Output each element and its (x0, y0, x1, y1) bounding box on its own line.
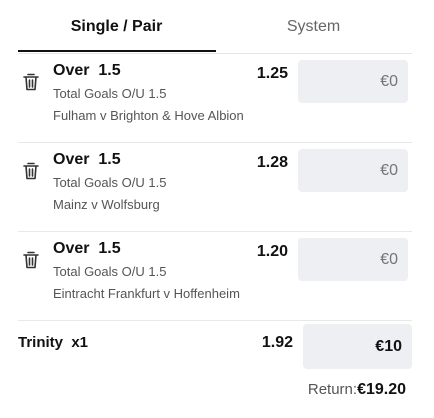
stake-input[interactable] (298, 238, 408, 281)
bet-type-tabs: Single / Pair System (18, 0, 412, 54)
bet-market: Total Goals O/U 1.5 (53, 86, 167, 101)
bet-row: Over 1.5 Total Goals O/U 1.5 Eintracht F… (18, 232, 412, 321)
bet-selection: Over 1.5 (53, 62, 121, 79)
trash-icon[interactable] (22, 161, 40, 181)
bet-selection: Over 1.5 (53, 240, 121, 257)
combo-stake-input[interactable]: €10 (303, 324, 412, 369)
stake-input[interactable] (298, 60, 408, 103)
trash-icon[interactable] (22, 250, 40, 270)
bet-match: Eintracht Frankfurt v Hoffenheim (53, 286, 240, 301)
potential-return: Return:€19.20 (308, 381, 406, 399)
tab-system[interactable]: System (215, 0, 412, 53)
active-tab-indicator (18, 50, 216, 52)
bet-row: Over 1.5 Total Goals O/U 1.5 Fulham v Br… (18, 54, 412, 143)
combo-label: Trinity x1 (18, 334, 89, 351)
return-label: Return: (307, 381, 358, 398)
combo-odds: 1.92 (261, 334, 293, 351)
return-amount: €19.20 (357, 381, 406, 398)
bet-selection: Over 1.5 (53, 151, 121, 168)
bet-row: Over 1.5 Total Goals O/U 1.5 Mainz v Wol… (18, 143, 412, 232)
bet-odds: 1.20 (256, 243, 288, 260)
bet-match: Mainz v Wolfsburg (53, 197, 160, 212)
bet-market: Total Goals O/U 1.5 (53, 264, 167, 279)
stake-input[interactable] (298, 149, 408, 192)
bet-market: Total Goals O/U 1.5 (53, 175, 167, 190)
bet-odds: 1.25 (256, 65, 288, 82)
trash-icon[interactable] (22, 72, 40, 92)
bet-odds: 1.28 (256, 154, 288, 171)
bet-match: Fulham v Brighton & Hove Albion (53, 108, 244, 123)
combo-row: Trinity x1 1.92 €10 (18, 319, 412, 375)
tab-single-pair[interactable]: Single / Pair (18, 0, 215, 53)
